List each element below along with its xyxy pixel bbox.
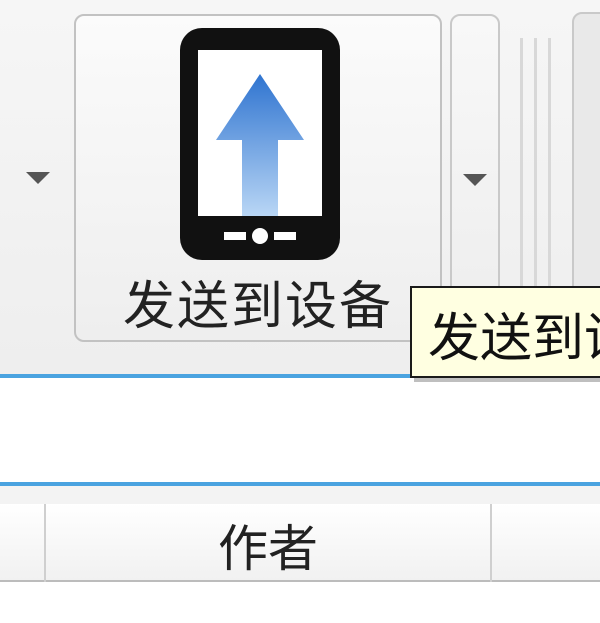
send-to-device-label: 发送到设备: [122, 277, 393, 337]
chevron-down-icon: [463, 174, 487, 186]
column-header-author[interactable]: 作者: [46, 504, 490, 582]
app-window: 发送到设备 作者 发送到设备: [0, 0, 600, 623]
send-to-device-button[interactable]: 发送到设备: [74, 14, 442, 342]
tooltip: 发送到设备: [410, 286, 600, 378]
toolbar-separator: [534, 38, 537, 298]
table-body: [0, 582, 600, 623]
prev-dropdown-arrow-icon[interactable]: [26, 172, 50, 184]
send-to-device-icon: [180, 28, 340, 260]
column-divider[interactable]: [490, 504, 492, 582]
header-gap: [0, 486, 600, 504]
toolbar-separator: [520, 38, 523, 298]
toolbar-separator: [548, 38, 551, 298]
search-panel: [0, 378, 600, 482]
